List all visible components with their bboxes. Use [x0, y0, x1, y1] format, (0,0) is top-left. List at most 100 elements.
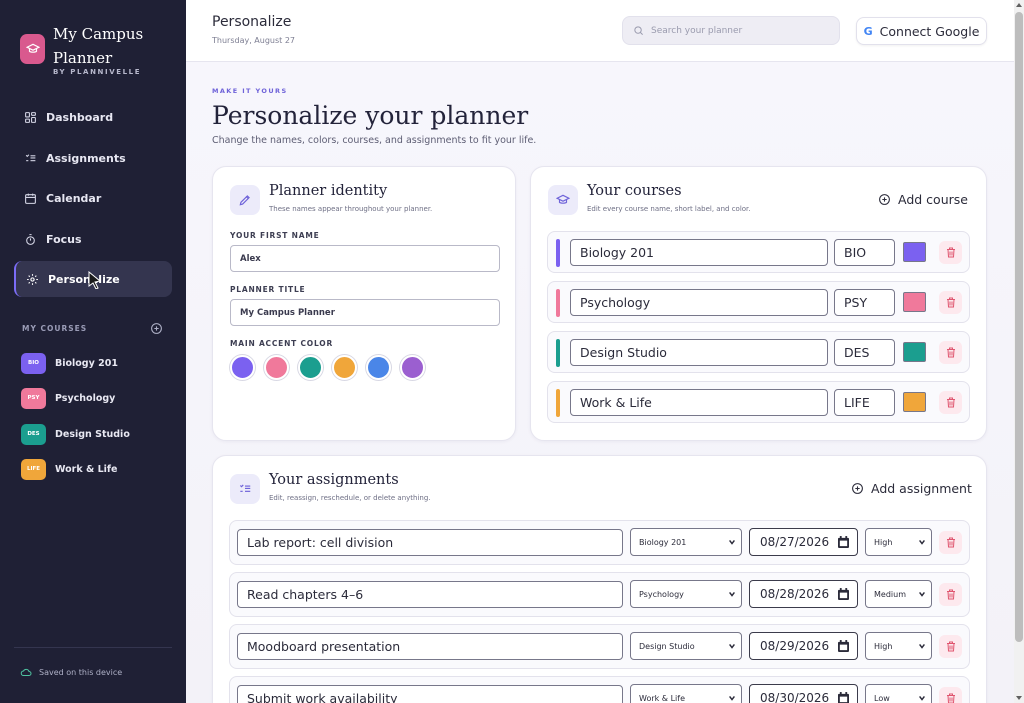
course-short-input[interactable]: LIFE	[834, 389, 895, 416]
search-icon	[634, 26, 643, 35]
add-course-icon[interactable]	[150, 322, 163, 335]
assignment-title-input[interactable]: Read chapters 4–6	[237, 581, 623, 608]
due-date: 08/29/2026	[760, 639, 830, 653]
calendar-icon	[838, 640, 849, 652]
accent-swatch-violet[interactable]	[400, 355, 425, 380]
course-short-input[interactable]: PSY	[834, 289, 895, 316]
nav-label: Calendar	[46, 191, 102, 205]
plus-circle-icon	[879, 194, 890, 205]
assignment-priority-select[interactable]: High	[865, 528, 932, 556]
planner-identity-card: Planner identity These names appear thro…	[212, 166, 516, 441]
assignment-date-input[interactable]: 08/30/2026	[749, 684, 858, 703]
identity-title: Planner identity	[269, 183, 388, 199]
assignment-title-input[interactable]: Lab report: cell division	[237, 529, 623, 556]
delete-course-button[interactable]	[939, 291, 962, 314]
search-input[interactable]: Search your planner	[622, 16, 840, 45]
course-color-picker[interactable]	[903, 292, 926, 312]
add-assignment-label: Add assignment	[871, 481, 972, 496]
delete-assignment-button[interactable]	[939, 583, 962, 606]
scroll-down-arrow-icon[interactable]	[1016, 696, 1022, 700]
assignment-title-input[interactable]: Moodboard presentation	[237, 633, 623, 660]
planner-title-field[interactable]: My Campus Planner	[230, 299, 500, 326]
chevron-down-icon	[729, 643, 735, 649]
accent-swatch-blue[interactable]	[366, 355, 391, 380]
main-content: MAKE IT YOURS Personalize your planner C…	[186, 62, 1014, 703]
accent-color-label: MAIN ACCENT COLOR	[230, 339, 334, 348]
assignment-priority-select[interactable]: Low	[865, 684, 932, 703]
trash-icon	[946, 693, 955, 703]
nav-label: Focus	[46, 232, 82, 246]
course-color-bar	[556, 239, 560, 267]
scrollbar-thumb[interactable]	[1015, 12, 1023, 642]
connect-google-button[interactable]: G Connect Google	[856, 17, 987, 45]
add-course-label: Add course	[898, 192, 968, 207]
delete-assignment-button[interactable]	[939, 531, 962, 554]
assignment-course-select[interactable]: Design Studio	[630, 632, 742, 660]
course-badge: BIO	[21, 352, 46, 374]
assignment-date-input[interactable]: 08/28/2026	[749, 580, 858, 608]
app-title: My Campus Planner	[53, 25, 144, 67]
course-color-bar	[556, 389, 560, 417]
sidebar: My Campus Planner BY PLANNIVELLE Dashboa…	[0, 0, 186, 703]
page-scrollbar[interactable]	[1014, 0, 1024, 703]
mouse-cursor-icon	[88, 271, 102, 289]
assignment-priority-select[interactable]: Medium	[865, 580, 932, 608]
courses-title: Your courses	[587, 183, 682, 199]
trash-icon	[946, 397, 955, 408]
selected-priority: High	[874, 641, 893, 651]
course-color-picker[interactable]	[903, 242, 926, 262]
accent-swatch-teal[interactable]	[298, 355, 323, 380]
assignment-course-select[interactable]: Psychology	[630, 580, 742, 608]
sidebar-divider	[14, 647, 172, 648]
assignments-title: Your assignments	[269, 472, 399, 488]
sidebar-course-psychology[interactable]: PSY Psychology	[21, 387, 171, 409]
delete-course-button[interactable]	[939, 391, 962, 414]
assignment-row: Lab report: cell division Biology 201 08…	[229, 520, 970, 565]
sidebar-course-work-life[interactable]: LIFE Work & Life	[21, 458, 171, 480]
assignment-priority-select[interactable]: High	[865, 632, 932, 660]
delete-assignment-button[interactable]	[939, 635, 962, 658]
course-name-input[interactable]: Design Studio	[570, 339, 828, 366]
add-assignment-button[interactable]: Add assignment	[851, 481, 972, 496]
accent-swatch-pink[interactable]	[264, 355, 289, 380]
course-row: Biology 201 BIO	[547, 231, 970, 273]
assignment-row: Read chapters 4–6 Psychology 08/28/2026 …	[229, 572, 970, 617]
assignment-course-select[interactable]: Biology 201	[630, 528, 742, 556]
delete-assignment-button[interactable]	[939, 687, 962, 703]
course-badge: PSY	[21, 387, 46, 409]
planner-title-label: PLANNER TITLE	[230, 285, 306, 294]
assignments-card: Your assignments Edit, reassign, resched…	[212, 455, 987, 703]
nav-focus[interactable]: Focus	[14, 221, 172, 257]
assignment-course-select[interactable]: Work & Life	[630, 684, 742, 703]
course-row: Psychology PSY	[547, 281, 970, 323]
course-color-picker[interactable]	[903, 342, 926, 362]
course-name-input[interactable]: Psychology	[570, 289, 828, 316]
assignment-row: Submit work availability Work & Life 08/…	[229, 676, 970, 703]
course-color-picker[interactable]	[903, 392, 926, 412]
sidebar-course-biology[interactable]: BIO Biology 201	[21, 352, 171, 374]
course-short-input[interactable]: BIO	[834, 239, 895, 266]
assignment-date-input[interactable]: 08/27/2026	[749, 528, 858, 556]
delete-course-button[interactable]	[939, 241, 962, 264]
accent-swatch-purple[interactable]	[230, 355, 255, 380]
nav-dashboard[interactable]: Dashboard	[14, 99, 172, 135]
chevron-down-icon	[729, 539, 735, 545]
first-name-field[interactable]: Alex	[230, 245, 500, 272]
chevron-down-icon	[919, 591, 925, 597]
nav-assignments[interactable]: Assignments	[14, 140, 172, 176]
course-short-input[interactable]: DES	[834, 339, 895, 366]
nav-label: Assignments	[46, 151, 126, 165]
assignment-date-input[interactable]: 08/29/2026	[749, 632, 858, 660]
accent-swatch-orange[interactable]	[332, 355, 357, 380]
delete-course-button[interactable]	[939, 341, 962, 364]
list-icon	[25, 153, 36, 161]
course-name-input[interactable]: Work & Life	[570, 389, 828, 416]
assignment-title-input[interactable]: Submit work availability	[237, 685, 623, 703]
chevron-down-icon	[729, 591, 735, 597]
nav-calendar[interactable]: Calendar	[14, 180, 172, 216]
add-course-button[interactable]: Add course	[878, 192, 968, 207]
sidebar-course-design[interactable]: DES Design Studio	[21, 423, 171, 445]
my-courses-label: MY COURSES	[22, 324, 88, 333]
course-name-input[interactable]: Biology 201	[570, 239, 828, 266]
scroll-up-arrow-icon[interactable]	[1016, 3, 1022, 7]
